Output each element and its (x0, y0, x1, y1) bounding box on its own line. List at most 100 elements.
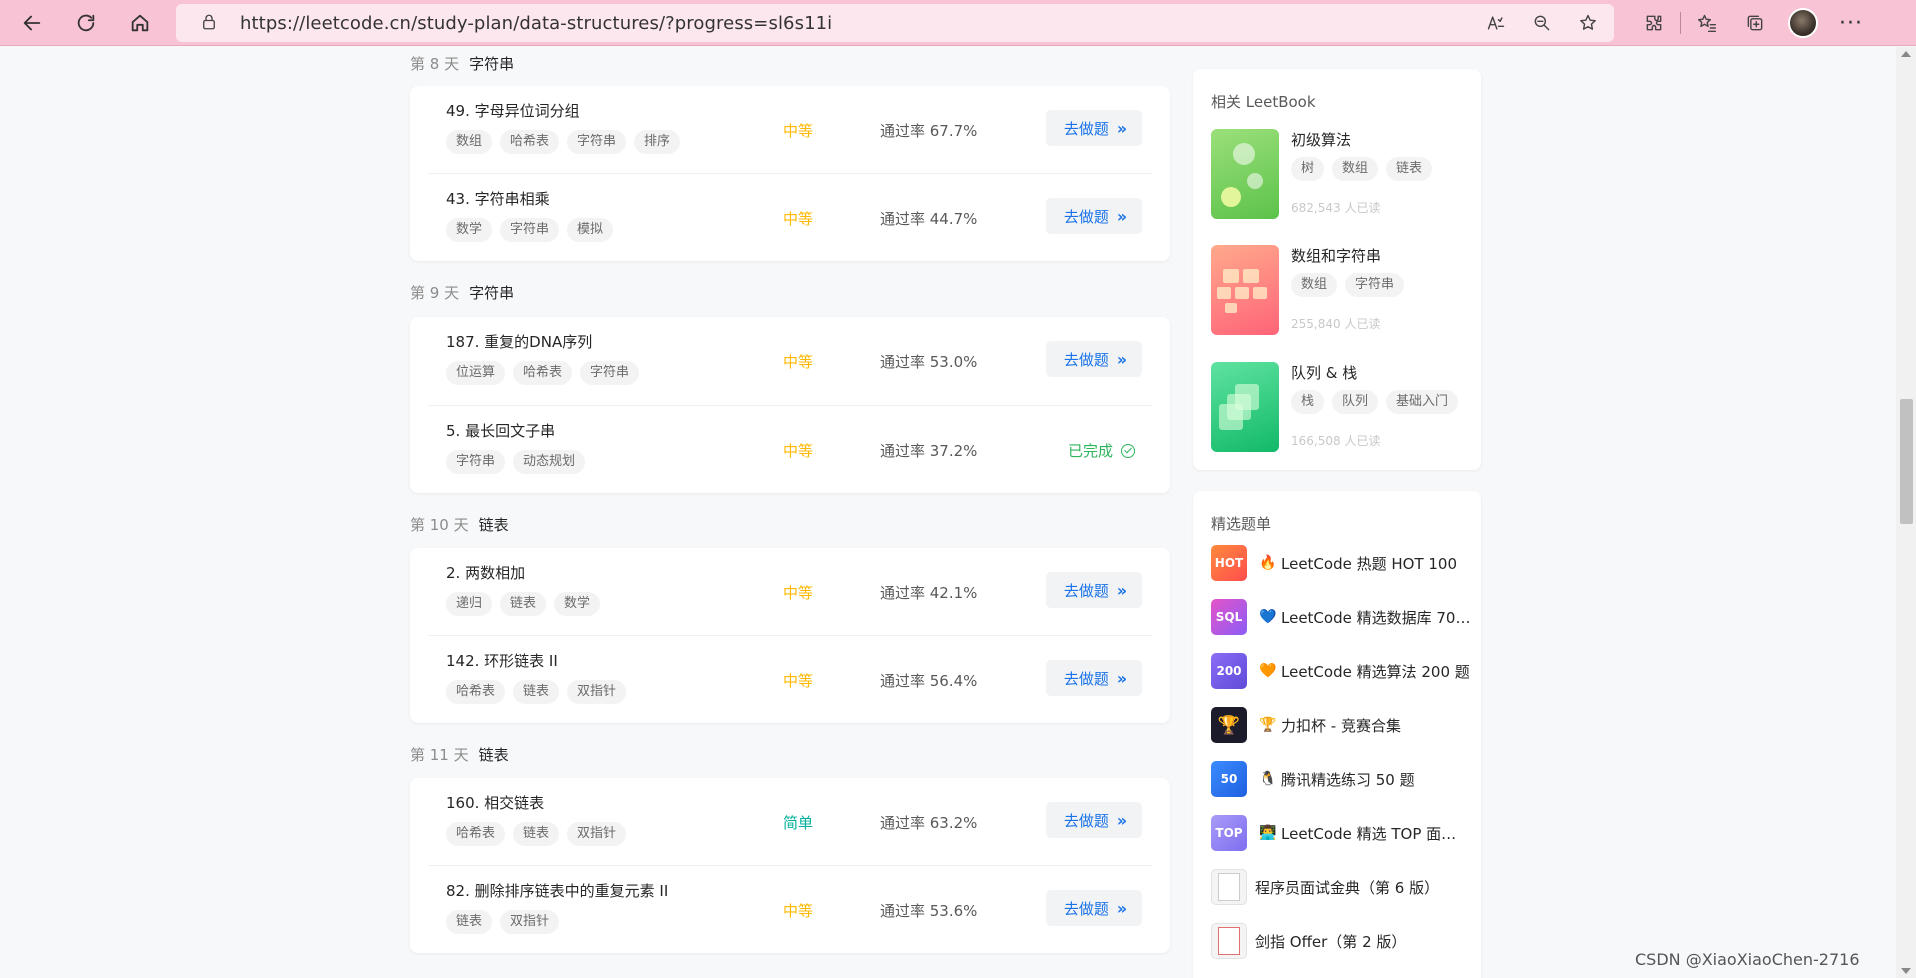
refresh-button[interactable] (64, 5, 108, 41)
book-item[interactable]: 队列 & 栈 栈 队列 基础入门 166,508 人已读 (1211, 362, 1471, 452)
book-item[interactable]: 数组和字符串 数组 字符串 255,840 人已读 (1211, 245, 1471, 335)
featured-item-text[interactable]: 腾讯精选练习 50 题 (1281, 769, 1471, 790)
extensions-button[interactable] (1630, 5, 1678, 41)
book-name[interactable]: 队列 & 栈 (1291, 362, 1357, 383)
scroll-down-arrow-icon[interactable] (1901, 968, 1911, 974)
featured-item-text[interactable]: 剑指 Offer（第 2 版） (1255, 931, 1465, 952)
tag[interactable]: 位运算 (446, 361, 506, 385)
book-cover[interactable] (1211, 129, 1279, 219)
featured-item[interactable]: 200 🧡 LeetCode 精选算法 200 题 (1211, 652, 1471, 690)
book-readers: 255,840 人已读 (1291, 317, 1381, 331)
scroll-up-arrow-icon[interactable] (1901, 51, 1911, 57)
tag[interactable]: 哈希表 (513, 361, 573, 385)
featured-item-text[interactable]: LeetCode 精选 TOP 面试题 (1281, 823, 1471, 844)
tag[interactable]: 字符串 (567, 130, 627, 154)
settings-more-button[interactable]: ··· (1827, 5, 1875, 41)
collections-button[interactable] (1731, 5, 1779, 41)
tag[interactable]: 链表 (1386, 157, 1433, 181)
zoom-out-button[interactable] (1526, 7, 1558, 39)
book-cover[interactable] (1211, 362, 1279, 452)
back-button[interactable] (10, 5, 54, 41)
lock-icon[interactable] (200, 13, 220, 33)
book-name[interactable]: 初级算法 (1291, 129, 1351, 150)
featured-item-text[interactable]: LeetCode 精选数据库 70 题 (1281, 607, 1471, 628)
go-solve-button[interactable]: 去做题 ›› (1046, 660, 1142, 696)
go-solve-button[interactable]: 去做题 ›› (1046, 572, 1142, 608)
tag[interactable]: 基础入门 (1386, 390, 1459, 414)
tag[interactable]: 递归 (446, 592, 493, 616)
featured-item[interactable]: 🏆 🏆 力扣杯 - 竞赛合集 (1211, 706, 1471, 744)
home-button[interactable] (118, 5, 162, 41)
tag[interactable]: 字符串 (580, 361, 640, 385)
tag[interactable]: 链表 (446, 910, 493, 934)
tag[interactable]: 数组 (1332, 157, 1379, 181)
book-cover[interactable] (1211, 245, 1279, 335)
go-solve-button[interactable]: 去做题 ›› (1046, 802, 1142, 838)
tag[interactable]: 树 (1291, 157, 1325, 181)
scroll-thumb[interactable] (1900, 399, 1913, 524)
problem-title[interactable]: 43. 字符串相乘 (446, 188, 550, 209)
problem-row[interactable]: 82. 删除排序链表中的重复元素 II 链表 双指针 中等 通过率 53.6% … (428, 865, 1152, 953)
tag[interactable]: 动态规划 (513, 450, 586, 474)
favorites-button[interactable] (1683, 5, 1731, 41)
problem-row[interactable]: 5. 最长回文子串 字符串 动态规划 中等 通过率 37.2% 已完成 (428, 405, 1152, 493)
featured-item[interactable]: 50 🐧 腾讯精选练习 50 题 (1211, 760, 1471, 798)
tag[interactable]: 数学 (554, 592, 601, 616)
featured-item-text[interactable]: LeetCode 热题 HOT 100 (1281, 553, 1471, 574)
problem-row[interactable]: 2. 两数相加 递归 链表 数学 中等 通过率 42.1% 去做题 ›› (428, 548, 1152, 636)
favorite-button[interactable] (1572, 7, 1604, 39)
problem-title[interactable]: 49. 字母异位词分组 (446, 100, 580, 121)
tag[interactable]: 排序 (634, 130, 681, 154)
read-aloud-button[interactable] (1480, 7, 1512, 39)
problem-title[interactable]: 160. 相交链表 (446, 792, 544, 813)
tag[interactable]: 栈 (1291, 390, 1325, 414)
problem-row[interactable]: 142. 环形链表 II 哈希表 链表 双指针 中等 通过率 56.4% 去做题… (428, 635, 1152, 723)
tag[interactable]: 哈希表 (500, 130, 560, 154)
go-solve-button[interactable]: 去做题 ›› (1046, 198, 1142, 234)
featured-item-text[interactable]: 力扣杯 - 竞赛合集 (1281, 715, 1471, 736)
problem-title[interactable]: 187. 重复的DNA序列 (446, 331, 592, 352)
tag[interactable]: 哈希表 (446, 680, 506, 704)
featured-item[interactable]: TOP 👨‍💻 LeetCode 精选 TOP 面试题 (1211, 814, 1471, 852)
tag[interactable]: 数组 (1291, 273, 1338, 297)
featured-item[interactable]: 程序员面试金典（第 6 版） (1211, 868, 1471, 906)
tag[interactable]: 链表 (513, 680, 560, 704)
problem-title[interactable]: 142. 环形链表 II (446, 650, 558, 671)
book-name[interactable]: 数组和字符串 (1291, 245, 1381, 266)
book-item[interactable]: 初级算法 树 数组 链表 682,543 人已读 (1211, 129, 1471, 219)
tag[interactable]: 字符串 (1345, 273, 1405, 297)
avatar[interactable] (1788, 8, 1818, 38)
featured-item-text[interactable]: 程序员面试金典（第 6 版） (1255, 877, 1465, 898)
go-solve-button[interactable]: 去做题 ›› (1046, 110, 1142, 146)
tag[interactable]: 数组 (446, 130, 493, 154)
address-bar[interactable]: https://leetcode.cn/study-plan/data-stru… (176, 4, 1614, 42)
problem-row[interactable]: 49. 字母异位词分组 数组 哈希表 字符串 排序 中等 通过率 67.7% 去… (428, 86, 1152, 174)
problem-title[interactable]: 82. 删除排序链表中的重复元素 II (446, 880, 668, 901)
featured-item[interactable]: 剑指 Offer（第 2 版） (1211, 922, 1471, 960)
tag[interactable]: 字符串 (500, 218, 560, 242)
featured-item[interactable]: HOT 🔥 LeetCode 热题 HOT 100 (1211, 544, 1471, 582)
problem-row[interactable]: 187. 重复的DNA序列 位运算 哈希表 字符串 中等 通过率 53.0% 去… (428, 317, 1152, 405)
tag[interactable]: 链表 (513, 822, 560, 846)
page-scrollbar[interactable] (1896, 47, 1916, 978)
tag[interactable]: 字符串 (446, 450, 506, 474)
url-text[interactable]: https://leetcode.cn/study-plan/data-stru… (240, 13, 832, 34)
featured-item-text[interactable]: LeetCode 精选算法 200 题 (1281, 661, 1471, 682)
tag[interactable]: 链表 (500, 592, 547, 616)
tag[interactable]: 双指针 (567, 680, 627, 704)
tag[interactable]: 双指针 (567, 822, 627, 846)
profile-button[interactable] (1779, 5, 1827, 41)
featured-item[interactable]: SQL 💙 LeetCode 精选数据库 70 题 (1211, 598, 1471, 636)
problem-title[interactable]: 2. 两数相加 (446, 562, 525, 583)
problem-row[interactable]: 160. 相交链表 哈希表 链表 双指针 简单 通过率 63.2% 去做题 ›› (428, 778, 1152, 866)
go-solve-button[interactable]: 去做题 ›› (1046, 890, 1142, 926)
problem-title[interactable]: 5. 最长回文子串 (446, 420, 555, 441)
tag[interactable]: 数学 (446, 218, 493, 242)
technologist-icon: 👨‍💻 (1259, 825, 1277, 841)
tag[interactable]: 模拟 (567, 218, 614, 242)
problem-row[interactable]: 43. 字符串相乘 数学 字符串 模拟 中等 通过率 44.7% 去做题 ›› (428, 173, 1152, 261)
tag[interactable]: 哈希表 (446, 822, 506, 846)
go-solve-button[interactable]: 去做题 ›› (1046, 341, 1142, 377)
tag[interactable]: 双指针 (500, 910, 560, 934)
tag[interactable]: 队列 (1332, 390, 1379, 414)
